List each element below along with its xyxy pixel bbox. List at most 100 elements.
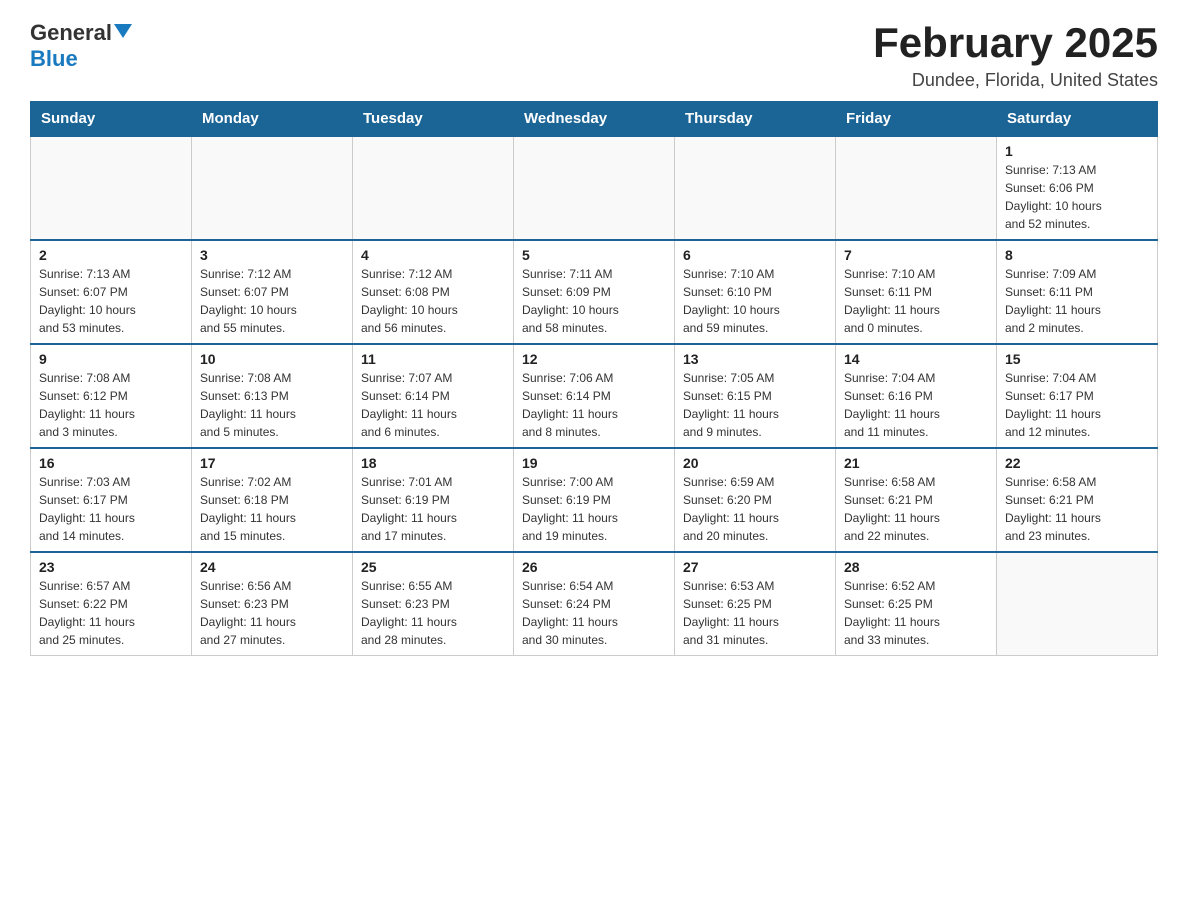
calendar-cell: 22Sunrise: 6:58 AM Sunset: 6:21 PM Dayli… [997,448,1158,552]
calendar-cell: 8 Sunrise: 7:09 AM Sunset: 6:11 PM Daylig… [997,240,1158,344]
calendar-cell: 16 Sunrise: 7:03 AM Sunset: 6:17 PM Dayli… [31,448,192,552]
calendar-week-1: 1 Sunrise: 7:13 AM Sunset: 6:06 PM Daylig… [31,136,1158,240]
day-number: 16 [39,455,183,471]
location-subtitle: Dundee, Florida, United States [873,70,1158,91]
calendar-cell: 6Sunrise: 7:10 AM Sunset: 6:10 PM Daylig… [675,240,836,344]
month-title: February 2025 [873,20,1158,66]
day-number: 2 [39,247,183,263]
calendar-cell: 1 Sunrise: 7:13 AM Sunset: 6:06 PM Daylig… [997,136,1158,240]
day-info: Sunrise: 7:11 AM Sunset: 6:09 PM Dayligh… [522,265,666,337]
day-info: Sunrise: 7:02 AM Sunset: 6:18 PM Dayligh… [200,473,344,545]
day-number: 7 [844,247,988,263]
day-info: Sunrise: 6:54 AM Sunset: 6:24 PM Dayligh… [522,577,666,649]
calendar-week-3: 9 Sunrise: 7:08 AM Sunset: 6:12 PM Daylig… [31,344,1158,448]
calendar-cell: 5 Sunrise: 7:11 AM Sunset: 6:09 PM Daylig… [514,240,675,344]
day-number: 28 [844,559,988,575]
day-info: Sunrise: 7:07 AM Sunset: 6:14 PM Dayligh… [361,369,505,441]
logo-general-text: General [30,20,112,46]
calendar-cell: 15 Sunrise: 7:04 AM Sunset: 6:17 PM Dayli… [997,344,1158,448]
day-number: 23 [39,559,183,575]
day-info: Sunrise: 7:09 AM Sunset: 6:11 PM Dayligh… [1005,265,1149,337]
calendar-cell: 28 Sunrise: 6:52 AM Sunset: 6:25 PM Dayli… [836,552,997,656]
day-info: Sunrise: 7:12 AM Sunset: 6:08 PM Dayligh… [361,265,505,337]
calendar-cell: 11 Sunrise: 7:07 AM Sunset: 6:14 PM Dayli… [353,344,514,448]
weekday-header-sunday: Sunday [31,102,192,137]
day-number: 12 [522,351,666,367]
calendar-cell [353,136,514,240]
calendar-cell: 19Sunrise: 7:00 AM Sunset: 6:19 PM Dayli… [514,448,675,552]
day-info: Sunrise: 6:57 AM Sunset: 6:22 PM Dayligh… [39,577,183,649]
day-number: 18 [361,455,505,471]
calendar-cell [514,136,675,240]
day-number: 1 [1005,143,1149,159]
day-info: Sunrise: 7:03 AM Sunset: 6:17 PM Dayligh… [39,473,183,545]
day-number: 4 [361,247,505,263]
day-number: 3 [200,247,344,263]
day-info: Sunrise: 7:13 AM Sunset: 6:07 PM Dayligh… [39,265,183,337]
calendar-cell [675,136,836,240]
page-header: General Blue February 2025 Dundee, Flori… [30,20,1158,91]
day-number: 9 [39,351,183,367]
day-info: Sunrise: 7:12 AM Sunset: 6:07 PM Dayligh… [200,265,344,337]
weekday-header-monday: Monday [192,102,353,137]
day-number: 24 [200,559,344,575]
day-number: 21 [844,455,988,471]
weekday-header-saturday: Saturday [997,102,1158,137]
calendar-cell: 25Sunrise: 6:55 AM Sunset: 6:23 PM Dayli… [353,552,514,656]
day-info: Sunrise: 7:13 AM Sunset: 6:06 PM Dayligh… [1005,161,1149,233]
day-info: Sunrise: 7:05 AM Sunset: 6:15 PM Dayligh… [683,369,827,441]
calendar-cell: 4 Sunrise: 7:12 AM Sunset: 6:08 PM Daylig… [353,240,514,344]
day-number: 27 [683,559,827,575]
day-info: Sunrise: 7:08 AM Sunset: 6:12 PM Dayligh… [39,369,183,441]
calendar-cell: 17 Sunrise: 7:02 AM Sunset: 6:18 PM Dayli… [192,448,353,552]
day-info: Sunrise: 6:55 AM Sunset: 6:23 PM Dayligh… [361,577,505,649]
day-info: Sunrise: 6:58 AM Sunset: 6:21 PM Dayligh… [844,473,988,545]
calendar-week-4: 16 Sunrise: 7:03 AM Sunset: 6:17 PM Dayli… [31,448,1158,552]
day-info: Sunrise: 6:58 AM Sunset: 6:21 PM Dayligh… [1005,473,1149,545]
calendar-cell: 18Sunrise: 7:01 AM Sunset: 6:19 PM Dayli… [353,448,514,552]
logo-blue-text: Blue [30,46,78,72]
day-number: 15 [1005,351,1149,367]
title-block: February 2025 Dundee, Florida, United St… [873,20,1158,91]
calendar-cell: 9 Sunrise: 7:08 AM Sunset: 6:12 PM Daylig… [31,344,192,448]
calendar-cell [997,552,1158,656]
day-info: Sunrise: 6:56 AM Sunset: 6:23 PM Dayligh… [200,577,344,649]
calendar-cell: 27 Sunrise: 6:53 AM Sunset: 6:25 PM Dayli… [675,552,836,656]
calendar-cell: 13 Sunrise: 7:05 AM Sunset: 6:15 PM Dayli… [675,344,836,448]
calendar-week-5: 23 Sunrise: 6:57 AM Sunset: 6:22 PM Dayli… [31,552,1158,656]
calendar-cell [836,136,997,240]
day-number: 13 [683,351,827,367]
day-number: 14 [844,351,988,367]
day-number: 8 [1005,247,1149,263]
day-info: Sunrise: 7:10 AM Sunset: 6:11 PM Dayligh… [844,265,988,337]
day-number: 19 [522,455,666,471]
day-info: Sunrise: 7:04 AM Sunset: 6:17 PM Dayligh… [1005,369,1149,441]
logo-triangle-icon [114,24,132,38]
weekday-header-tuesday: Tuesday [353,102,514,137]
day-number: 26 [522,559,666,575]
day-number: 11 [361,351,505,367]
calendar-cell: 23 Sunrise: 6:57 AM Sunset: 6:22 PM Dayli… [31,552,192,656]
day-number: 10 [200,351,344,367]
calendar-cell [31,136,192,240]
day-number: 17 [200,455,344,471]
day-info: Sunrise: 6:53 AM Sunset: 6:25 PM Dayligh… [683,577,827,649]
calendar-cell: 20Sunrise: 6:59 AM Sunset: 6:20 PM Dayli… [675,448,836,552]
day-info: Sunrise: 7:06 AM Sunset: 6:14 PM Dayligh… [522,369,666,441]
day-number: 5 [522,247,666,263]
day-info: Sunrise: 7:10 AM Sunset: 6:10 PM Dayligh… [683,265,827,337]
day-info: Sunrise: 6:52 AM Sunset: 6:25 PM Dayligh… [844,577,988,649]
weekday-header-wednesday: Wednesday [514,102,675,137]
day-number: 20 [683,455,827,471]
day-info: Sunrise: 7:04 AM Sunset: 6:16 PM Dayligh… [844,369,988,441]
calendar-cell: 10Sunrise: 7:08 AM Sunset: 6:13 PM Dayli… [192,344,353,448]
weekday-header-row: SundayMondayTuesdayWednesdayThursdayFrid… [31,102,1158,137]
calendar-table: SundayMondayTuesdayWednesdayThursdayFrid… [30,101,1158,656]
calendar-cell: 21 Sunrise: 6:58 AM Sunset: 6:21 PM Dayli… [836,448,997,552]
calendar-cell [192,136,353,240]
calendar-cell: 14 Sunrise: 7:04 AM Sunset: 6:16 PM Dayli… [836,344,997,448]
calendar-cell: 7 Sunrise: 7:10 AM Sunset: 6:11 PM Daylig… [836,240,997,344]
logo: General Blue [30,20,132,72]
calendar-week-2: 2 Sunrise: 7:13 AM Sunset: 6:07 PM Daylig… [31,240,1158,344]
weekday-header-friday: Friday [836,102,997,137]
